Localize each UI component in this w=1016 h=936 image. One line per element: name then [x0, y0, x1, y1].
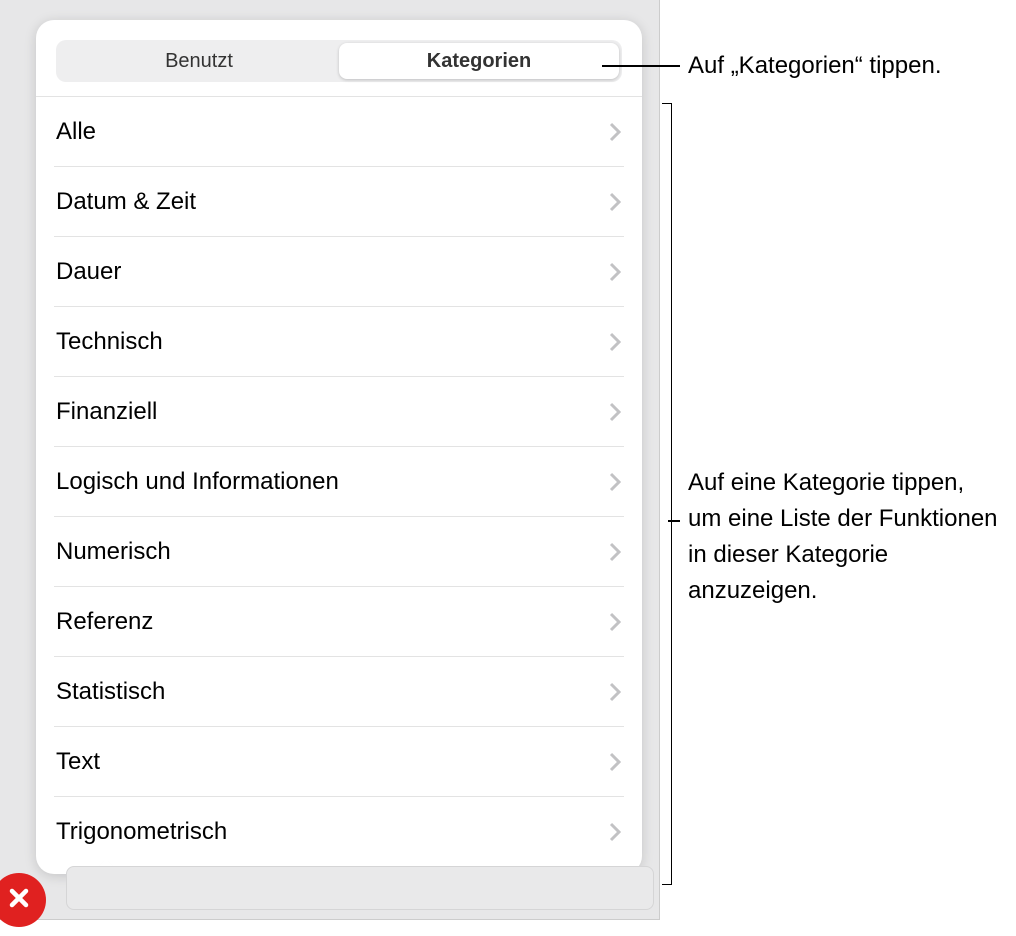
close-icon	[8, 887, 30, 914]
app-container: Benutzt Kategorien Alle Datum & Zeit Dau…	[0, 0, 660, 920]
category-item-financial[interactable]: Finanziell	[54, 377, 624, 447]
category-item-text[interactable]: Text	[54, 727, 624, 797]
chevron-right-icon	[608, 261, 622, 283]
tab-recent[interactable]: Benutzt	[59, 43, 339, 79]
category-label: Numerisch	[56, 538, 171, 566]
category-label: Finanziell	[56, 398, 157, 426]
category-label: Alle	[56, 118, 96, 146]
chevron-right-icon	[608, 541, 622, 563]
chevron-right-icon	[608, 821, 622, 843]
chevron-right-icon	[608, 681, 622, 703]
callout-tap-categories: Auf „Kategorien“ tippen.	[688, 48, 1008, 84]
chevron-right-icon	[608, 471, 622, 493]
function-popover: Benutzt Kategorien Alle Datum & Zeit Dau…	[36, 20, 642, 874]
category-label: Logisch und Informationen	[56, 468, 339, 496]
category-label: Referenz	[56, 608, 153, 636]
chevron-right-icon	[608, 611, 622, 633]
chevron-right-icon	[608, 331, 622, 353]
category-item-engineering[interactable]: Technisch	[54, 307, 624, 377]
category-label: Dauer	[56, 258, 121, 286]
category-label: Trigonometrisch	[56, 818, 227, 846]
category-item-reference[interactable]: Referenz	[54, 587, 624, 657]
category-item-numeric[interactable]: Numerisch	[54, 517, 624, 587]
category-label: Datum & Zeit	[56, 188, 196, 216]
category-item-duration[interactable]: Dauer	[54, 237, 624, 307]
category-item-datetime[interactable]: Datum & Zeit	[54, 167, 624, 237]
formula-input[interactable]	[66, 866, 654, 910]
tab-recent-label: Benutzt	[165, 50, 233, 73]
chevron-right-icon	[608, 401, 622, 423]
tab-categories-label: Kategorien	[427, 50, 531, 73]
category-label: Statistisch	[56, 678, 165, 706]
close-button[interactable]	[0, 873, 46, 927]
category-item-all[interactable]: Alle	[54, 97, 624, 167]
category-list[interactable]: Alle Datum & Zeit Dauer Technisch Finanz…	[36, 97, 642, 871]
category-item-trigonometric[interactable]: Trigonometrisch	[54, 797, 624, 867]
chevron-right-icon	[608, 121, 622, 143]
category-item-statistical[interactable]: Statistisch	[54, 657, 624, 727]
callout-bracket	[662, 103, 672, 885]
category-item-logical[interactable]: Logisch und Informationen	[54, 447, 624, 517]
tab-categories[interactable]: Kategorien	[339, 43, 619, 79]
callout-line	[602, 65, 680, 67]
callout-line	[668, 520, 680, 522]
chevron-right-icon	[608, 191, 622, 213]
callout-tap-list: Auf eine Kategorie tippen, um eine Liste…	[688, 465, 998, 609]
category-label: Technisch	[56, 328, 163, 356]
segmented-control: Benutzt Kategorien	[56, 40, 622, 82]
category-label: Text	[56, 748, 100, 776]
chevron-right-icon	[608, 751, 622, 773]
